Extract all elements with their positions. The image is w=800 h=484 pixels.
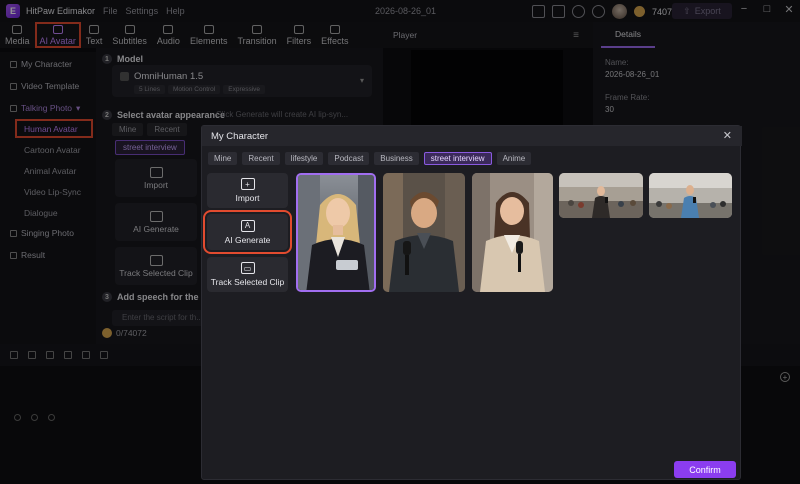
character-blonde-woman [298,175,374,290]
plus-icon: + [240,178,255,190]
my-character-modal: My Character ✕ Mine Recent lifestyle Pod… [201,125,742,480]
track-clip-card[interactable]: ▭ Track Selected Clip [207,257,288,292]
close-icon[interactable]: ✕ [723,129,732,142]
character-man-street [649,173,732,218]
tab-street-interview[interactable]: street interview [423,152,492,165]
modal-title: My Character [211,131,269,142]
modal-header: My Character ✕ [202,126,742,146]
tab-business[interactable]: Business [374,152,419,165]
tab-mine[interactable]: Mine [208,152,238,165]
tab-recent[interactable]: Recent [242,152,280,165]
import-card[interactable]: + Import [207,173,288,208]
tab-lifestyle[interactable]: lifestyle [284,152,324,165]
character-thumbnail[interactable] [472,173,553,292]
confirm-button[interactable]: Confirm [674,461,736,478]
character-woman-beige-coat [472,173,553,292]
ai-icon: A [240,219,255,232]
character-woman-street [559,173,643,218]
character-thumbnail[interactable] [649,173,732,218]
character-thumbnail[interactable] [559,173,643,218]
character-thumbnail[interactable] [383,173,465,292]
character-man-microphone [383,173,465,292]
ai-generate-card[interactable]: A AI Generate [203,210,292,254]
character-thumbnail[interactable] [296,173,376,292]
modal-category-tabs: Mine Recent lifestyle Podcast Business s… [208,152,532,165]
track-icon: ▭ [240,262,255,274]
tab-anime[interactable]: Anime [496,152,532,165]
tab-podcast[interactable]: Podcast [328,152,370,165]
